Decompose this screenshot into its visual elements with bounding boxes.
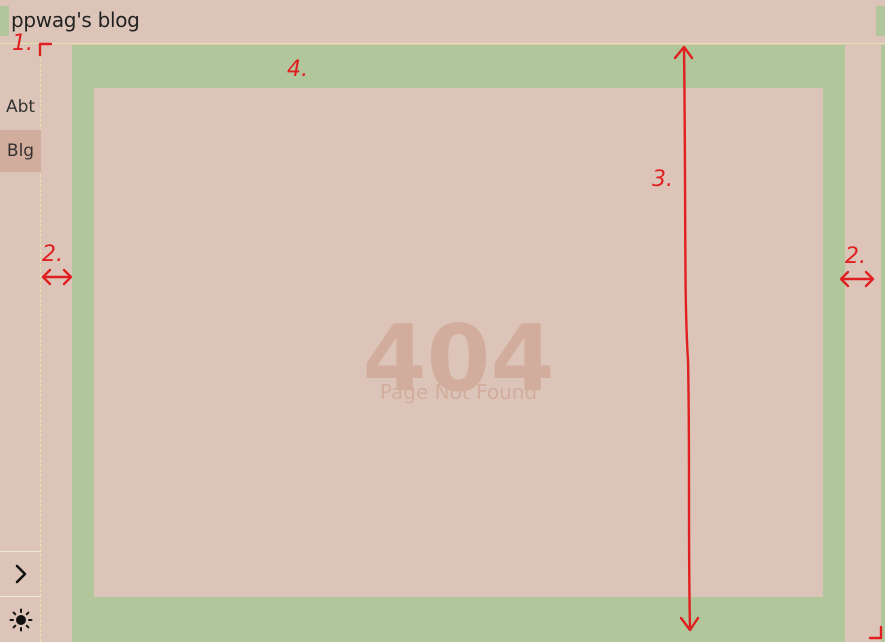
header-right-accent <box>876 6 885 36</box>
error-message: Page Not Found <box>379 380 538 404</box>
sidebar-item-about[interactable]: Abt <box>0 86 41 128</box>
annotation-label-2-right: 2. <box>845 244 866 269</box>
sidebar-item-blog[interactable]: Blg <box>0 130 41 172</box>
site-title-link[interactable]: ppwag's blog <box>11 8 140 32</box>
content-area: 404 Page Not Found <box>94 88 823 597</box>
header-left-accent <box>0 6 9 36</box>
sidebar: Abt Blg <box>0 44 41 642</box>
expand-sidebar-button[interactable] <box>0 552 41 596</box>
page: ppwag's blog Abt Blg 404 Page Not Found … <box>0 0 885 642</box>
right-margin-strip <box>875 45 885 642</box>
theme-toggle-button[interactable] <box>0 597 41 642</box>
top-bar: ppwag's blog <box>0 0 885 44</box>
sun-icon <box>9 608 32 631</box>
content-padding-frame: 404 Page Not Found <box>72 45 845 642</box>
annotation-label-2-left: 2. <box>42 242 63 267</box>
chevron-right-icon <box>15 564 26 584</box>
